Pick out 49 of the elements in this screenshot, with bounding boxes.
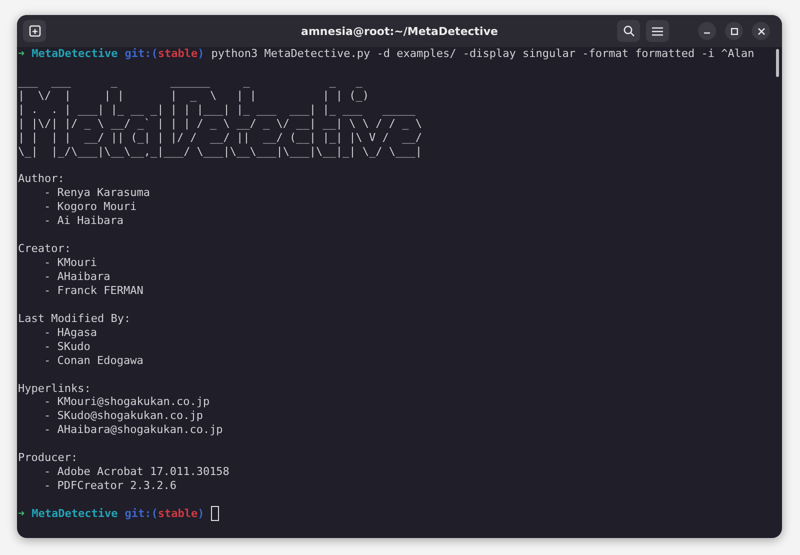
git-label-end: )	[198, 47, 204, 61]
ascii-art-line: | | | | __/ || (_| | |/ / __/ || __/ (__| |_| |\ V / __/	[18, 130, 422, 145]
section-heading: Author:	[18, 172, 64, 186]
ascii-art-line: | . . | ___| |_ __ _| | | |___| |_ ___ ___| |_ ___ _____	[18, 102, 416, 117]
maximize-button[interactable]	[725, 22, 743, 40]
git-label: git:(	[124, 506, 158, 521]
window-title: amnesia@root:~/MetaDetective	[301, 24, 498, 38]
list-item: - Ai Haibara	[43, 214, 124, 228]
list-item: - SKudo@shogakukan.co.jp	[43, 409, 203, 424]
list-item: - Kogoro Mouri	[43, 200, 137, 214]
close-button[interactable]	[752, 22, 770, 40]
prompt-arrow: ➜	[18, 47, 25, 61]
git-label-end: )	[198, 506, 204, 521]
menu-button[interactable]	[646, 20, 669, 42]
prompt-directory: MetaDetective	[32, 47, 118, 61]
list-item: - KMouri@shogakukan.co.jp	[43, 395, 210, 410]
list-item: - AHaibara	[43, 270, 110, 284]
git-label: git:(	[124, 47, 158, 61]
ascii-art-line: ___ ___ _ ______ _ _ _	[18, 74, 362, 89]
search-icon	[622, 25, 634, 37]
command-text: python3 MetaDetective.py -d examples/ -display singular -format formatted -i ^Alan	[211, 47, 754, 61]
list-item: - Franck FERMAN	[43, 284, 144, 298]
git-branch: stable	[158, 506, 198, 521]
scrollbar[interactable]	[776, 49, 779, 77]
ascii-art-line: | \/ | | | | _ \ | | | | (_)	[18, 88, 369, 103]
menu-icon	[652, 26, 663, 36]
close-icon	[758, 28, 764, 34]
list-item: - KMouri	[43, 256, 97, 270]
section-heading: Last Modified By:	[18, 312, 131, 326]
prompt-directory: MetaDetective	[32, 506, 118, 521]
maximize-icon	[730, 28, 738, 34]
list-item: - Adobe Acrobat 17.011.30158	[43, 465, 230, 480]
git-branch: stable	[158, 47, 198, 61]
section-heading: Hyperlinks:	[18, 382, 91, 396]
section-heading: Creator:	[18, 242, 71, 256]
list-item: - Conan Edogawa	[43, 354, 144, 368]
ascii-art-line: | |\/| |/ _ \ __/ _` | | | / _ \ __/ _ \/ __| __| \ \ / / _ \	[18, 116, 422, 131]
list-item: - AHaibara@shogakukan.co.jp	[43, 423, 223, 438]
list-item: - PDFCreator 2.3.2.6	[43, 479, 176, 494]
list-item: - SKudo	[43, 340, 90, 354]
search-button[interactable]	[617, 20, 640, 42]
prompt-arrow: ➜	[18, 506, 25, 521]
list-item: - Renya Karasuma	[43, 186, 150, 200]
minimize-button[interactable]	[698, 22, 716, 40]
new-tab-button[interactable]	[23, 20, 46, 42]
section-heading: Producer:	[18, 451, 78, 466]
list-item: - HAgasa	[43, 326, 97, 340]
ascii-art-line: \_| |_/\___|\__\__,_|___/ \___|\__\___|\___|\__|_| \_/ \___|	[18, 144, 422, 159]
new-tab-icon	[28, 25, 40, 37]
